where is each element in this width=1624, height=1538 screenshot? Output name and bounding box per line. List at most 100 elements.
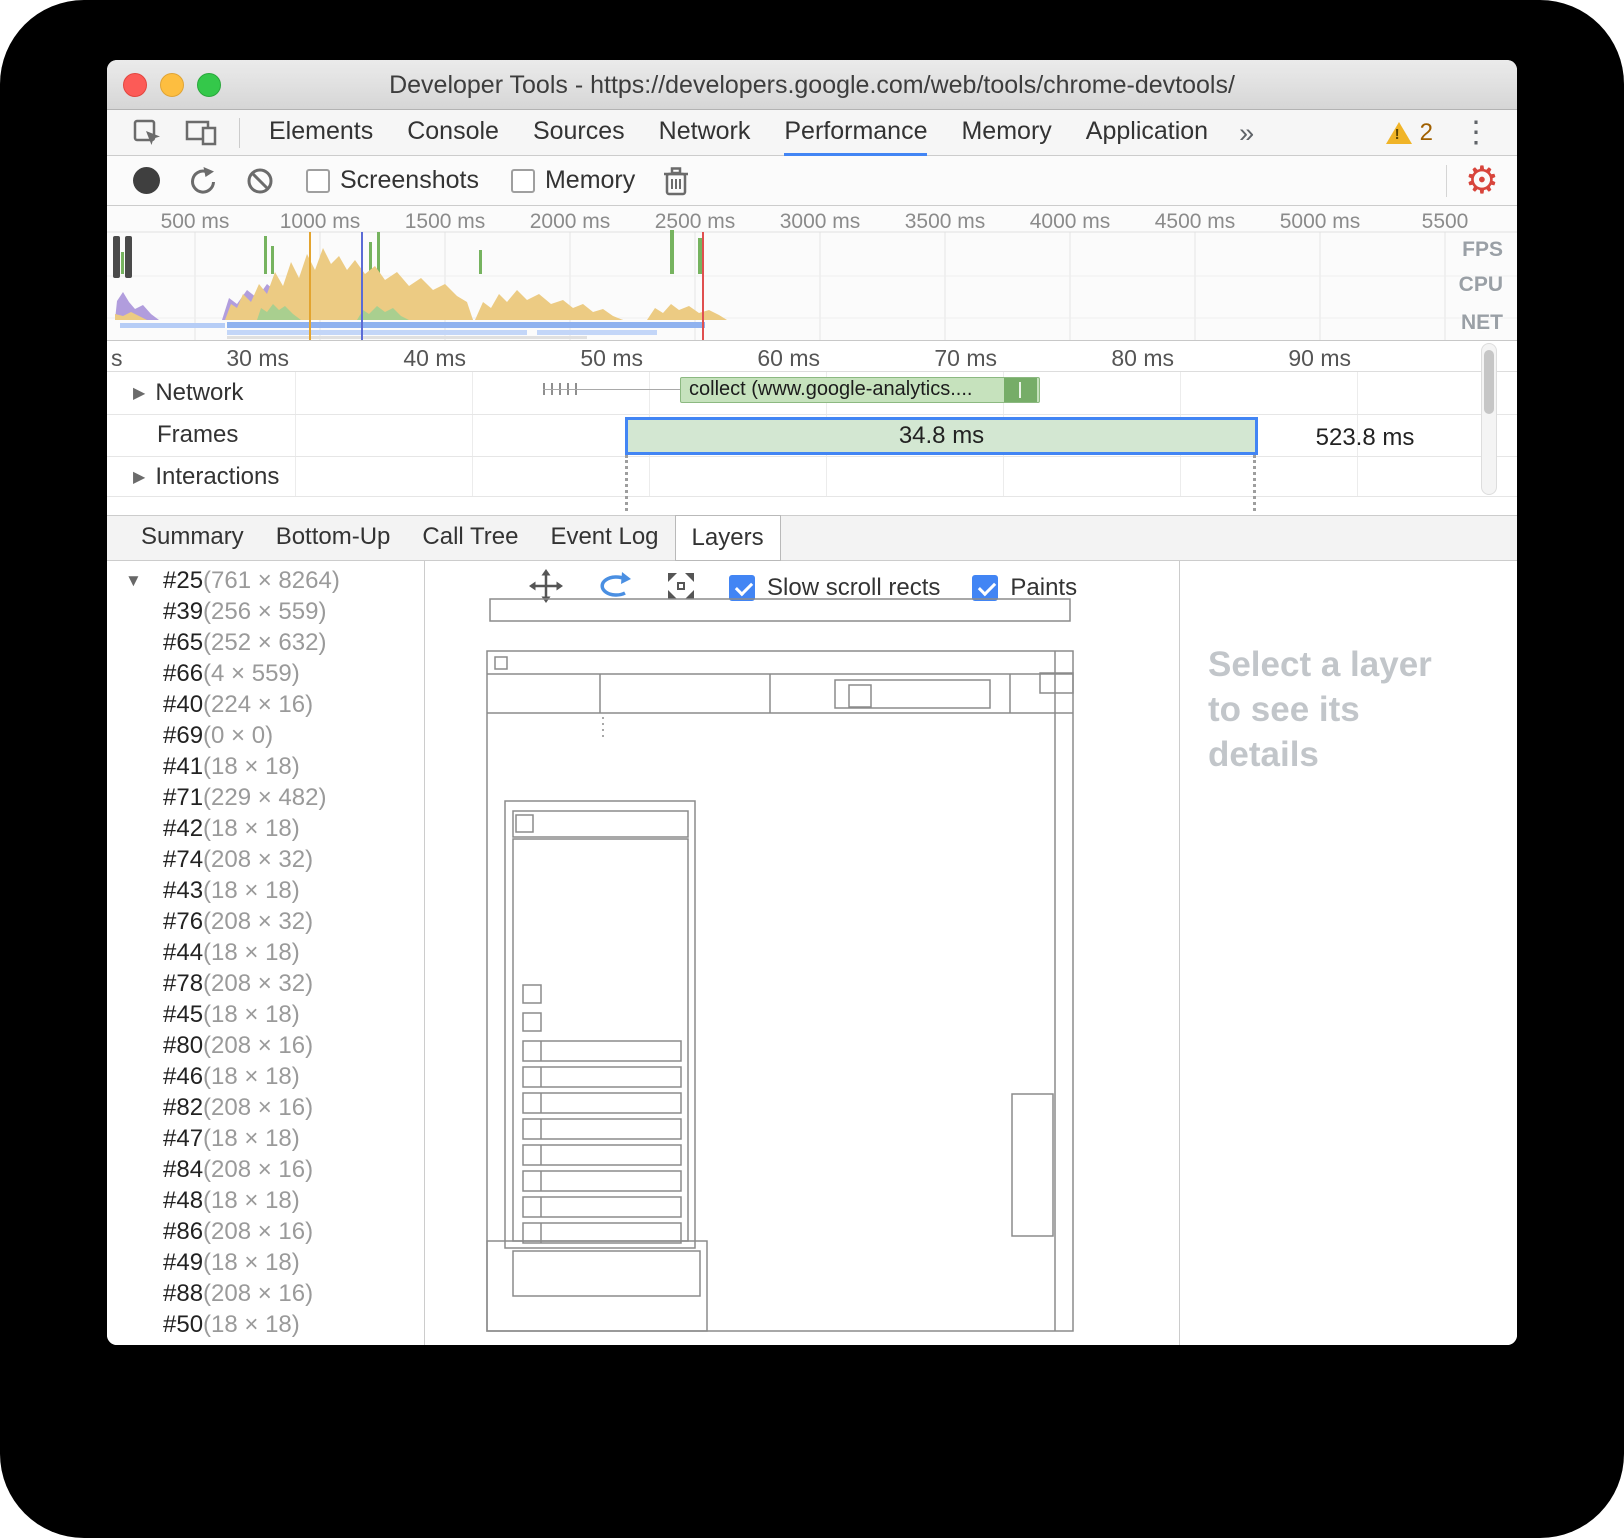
- analysis-tabs: SummaryBottom-UpCall TreeEvent LogLayers: [107, 515, 1517, 561]
- overview-tick-label: 3500 ms: [885, 210, 1005, 234]
- layer-tree-item[interactable]: #44(18 × 18): [107, 937, 424, 968]
- overview-tick-label: 500 ms: [135, 210, 255, 234]
- device-toolbar-icon[interactable]: [185, 118, 217, 148]
- layer-tree-item[interactable]: #66(4 × 559): [107, 658, 424, 689]
- layer-tree-item[interactable]: ▼#25(761 × 8264): [107, 565, 424, 596]
- layer-tree-item[interactable]: #46(18 × 18): [107, 1061, 424, 1092]
- layer-tree-item[interactable]: #40(224 × 16): [107, 689, 424, 720]
- network-row-header[interactable]: ▶ Network: [133, 379, 243, 407]
- layer-tree-item[interactable]: #88(208 × 16): [107, 1278, 424, 1309]
- detail-tick-label: 90 ms: [1269, 345, 1351, 372]
- layer-tree-item[interactable]: #90(208 × 16): [107, 1340, 424, 1345]
- layer-tree-item[interactable]: #78(208 × 32): [107, 968, 424, 999]
- warning-count: 2: [1420, 119, 1433, 147]
- devtools-tabbar: Elements Console Sources Network Performance…: [107, 110, 1517, 156]
- reload-and-profile-icon[interactable]: [188, 166, 218, 196]
- overview-tick-label: 1500 ms: [385, 210, 505, 234]
- disclosure-triangle-icon[interactable]: ▶: [133, 467, 145, 487]
- selected-frame-bar[interactable]: 34.8 ms: [625, 417, 1258, 455]
- panel-tab[interactable]: Sources: [533, 110, 625, 156]
- warning-icon: !: [1386, 122, 1412, 144]
- lane-label: FPS: [1462, 238, 1503, 262]
- memory-label: Memory: [545, 166, 635, 195]
- analysis-tab[interactable]: Layers: [675, 515, 781, 561]
- lane-label: CPU: [1459, 273, 1503, 297]
- kebab-menu-icon[interactable]: ⋮: [1455, 110, 1497, 156]
- layer-tree-item[interactable]: #39(256 × 559): [107, 596, 424, 627]
- console-warnings-indicator[interactable]: ! 2: [1386, 119, 1433, 147]
- detail-tick-label: 40 ms: [384, 345, 466, 372]
- toolbar-separator: [1446, 165, 1447, 197]
- layer-details-placeholder: Select a layer to see its details: [1208, 643, 1440, 777]
- disclosure-triangle-icon[interactable]: ▶: [133, 383, 145, 403]
- detail-tick-label: 60 ms: [738, 345, 820, 372]
- garbage-collect-icon[interactable]: [663, 166, 689, 196]
- frames-row-header[interactable]: Frames: [157, 421, 238, 449]
- layer-tree-item[interactable]: #47(18 × 18): [107, 1123, 424, 1154]
- layer-tree-item[interactable]: #82(208 × 16): [107, 1092, 424, 1123]
- screenshots-checkbox[interactable]: [306, 169, 330, 193]
- network-request-bar[interactable]: collect (www.google-analytics....: [680, 377, 1040, 403]
- more-tabs-icon[interactable]: »: [1239, 110, 1254, 156]
- panel-tab[interactable]: Network: [659, 110, 751, 156]
- layer-tree-item[interactable]: #71(229 × 482): [107, 782, 424, 813]
- layer-tree-item[interactable]: #80(208 × 16): [107, 1030, 424, 1061]
- inspect-element-icon[interactable]: [133, 118, 163, 148]
- clear-recording-icon[interactable]: [246, 167, 274, 195]
- frame-duration: 34.8 ms: [899, 422, 984, 450]
- performance-toolbar: Screenshots Memory ⚙: [107, 156, 1517, 206]
- overview-tick-label: 1000 ms: [260, 210, 380, 234]
- memory-toggle[interactable]: Memory: [511, 166, 635, 195]
- panel-tab[interactable]: Performance: [784, 110, 927, 156]
- lane-label: NET: [1461, 311, 1503, 335]
- frame-selection-guide-left: [625, 455, 628, 511]
- frame-selection-guide-right: [1253, 455, 1256, 511]
- layer-tree-item[interactable]: #74(208 × 32): [107, 844, 424, 875]
- detail-tick-label: 70 ms: [915, 345, 997, 372]
- layer-wireframe[interactable]: [425, 561, 1180, 1345]
- layer-tree-item[interactable]: #48(18 × 18): [107, 1185, 424, 1216]
- devtools-window: Developer Tools - https://developers.goo…: [107, 60, 1517, 1345]
- overview-tick-label: 4500 ms: [1135, 210, 1255, 234]
- layer-tree-item[interactable]: #65(252 × 632): [107, 627, 424, 658]
- panel-tab[interactable]: Memory: [961, 110, 1051, 156]
- analysis-tab[interactable]: Summary: [125, 516, 260, 560]
- screenshots-label: Screenshots: [340, 166, 479, 195]
- screenshots-toggle[interactable]: Screenshots: [306, 166, 479, 195]
- layer-tree-item[interactable]: #86(208 × 16): [107, 1216, 424, 1247]
- panel-tab[interactable]: Application: [1086, 110, 1208, 156]
- layer-tree-item[interactable]: #41(18 × 18): [107, 751, 424, 782]
- window-title: Developer Tools - https://developers.goo…: [107, 60, 1517, 110]
- record-button[interactable]: [133, 167, 160, 194]
- layer-tree-item[interactable]: #50(18 × 18): [107, 1309, 424, 1340]
- memory-checkbox[interactable]: [511, 169, 535, 193]
- layer-tree-item[interactable]: #76(208 × 32): [107, 906, 424, 937]
- overview-tick-label: 2000 ms: [510, 210, 630, 234]
- overview-tick-label: 3000 ms: [760, 210, 880, 234]
- layer-tree-item[interactable]: #45(18 × 18): [107, 999, 424, 1030]
- analysis-tab[interactable]: Call Tree: [406, 516, 534, 560]
- detail-tick-label: s: [111, 345, 171, 372]
- layer-tree-item[interactable]: #69(0 × 0): [107, 720, 424, 751]
- detail-scrollbar[interactable]: [1481, 343, 1497, 495]
- layer-details-pane: Select a layer to see its details: [1180, 561, 1517, 1345]
- tree-disclosure-icon[interactable]: ▼: [125, 565, 149, 596]
- panel-tab[interactable]: Console: [407, 110, 499, 156]
- titlebar: Developer Tools - https://developers.goo…: [107, 60, 1517, 110]
- layer-tree-item[interactable]: #49(18 × 18): [107, 1247, 424, 1278]
- screen-surround: Developer Tools - https://developers.goo…: [0, 0, 1624, 1538]
- main-tabs: Elements Console Sources Network Performance…: [252, 110, 1225, 156]
- layer-tree-item[interactable]: #84(208 × 16): [107, 1154, 424, 1185]
- panel-tab[interactable]: Elements: [269, 110, 373, 156]
- interactions-row-header[interactable]: ▶ Interactions: [133, 463, 279, 491]
- analysis-tab[interactable]: Event Log: [534, 516, 674, 560]
- layers-canvas[interactable]: Slow scroll rects Paints: [425, 561, 1180, 1345]
- layer-tree-item[interactable]: #43(18 × 18): [107, 875, 424, 906]
- scrollbar-thumb[interactable]: [1484, 350, 1494, 414]
- capture-settings-gear-icon[interactable]: ⚙: [1465, 156, 1499, 206]
- detail-tick-label: 80 ms: [1092, 345, 1174, 372]
- analysis-tab[interactable]: Bottom-Up: [260, 516, 407, 560]
- layer-tree-item[interactable]: #42(18 × 18): [107, 813, 424, 844]
- timeline-overview[interactable]: 500 ms1000 ms1500 ms2000 ms2500 ms3000 m…: [107, 206, 1517, 341]
- detail-tick-label: 50 ms: [561, 345, 643, 372]
